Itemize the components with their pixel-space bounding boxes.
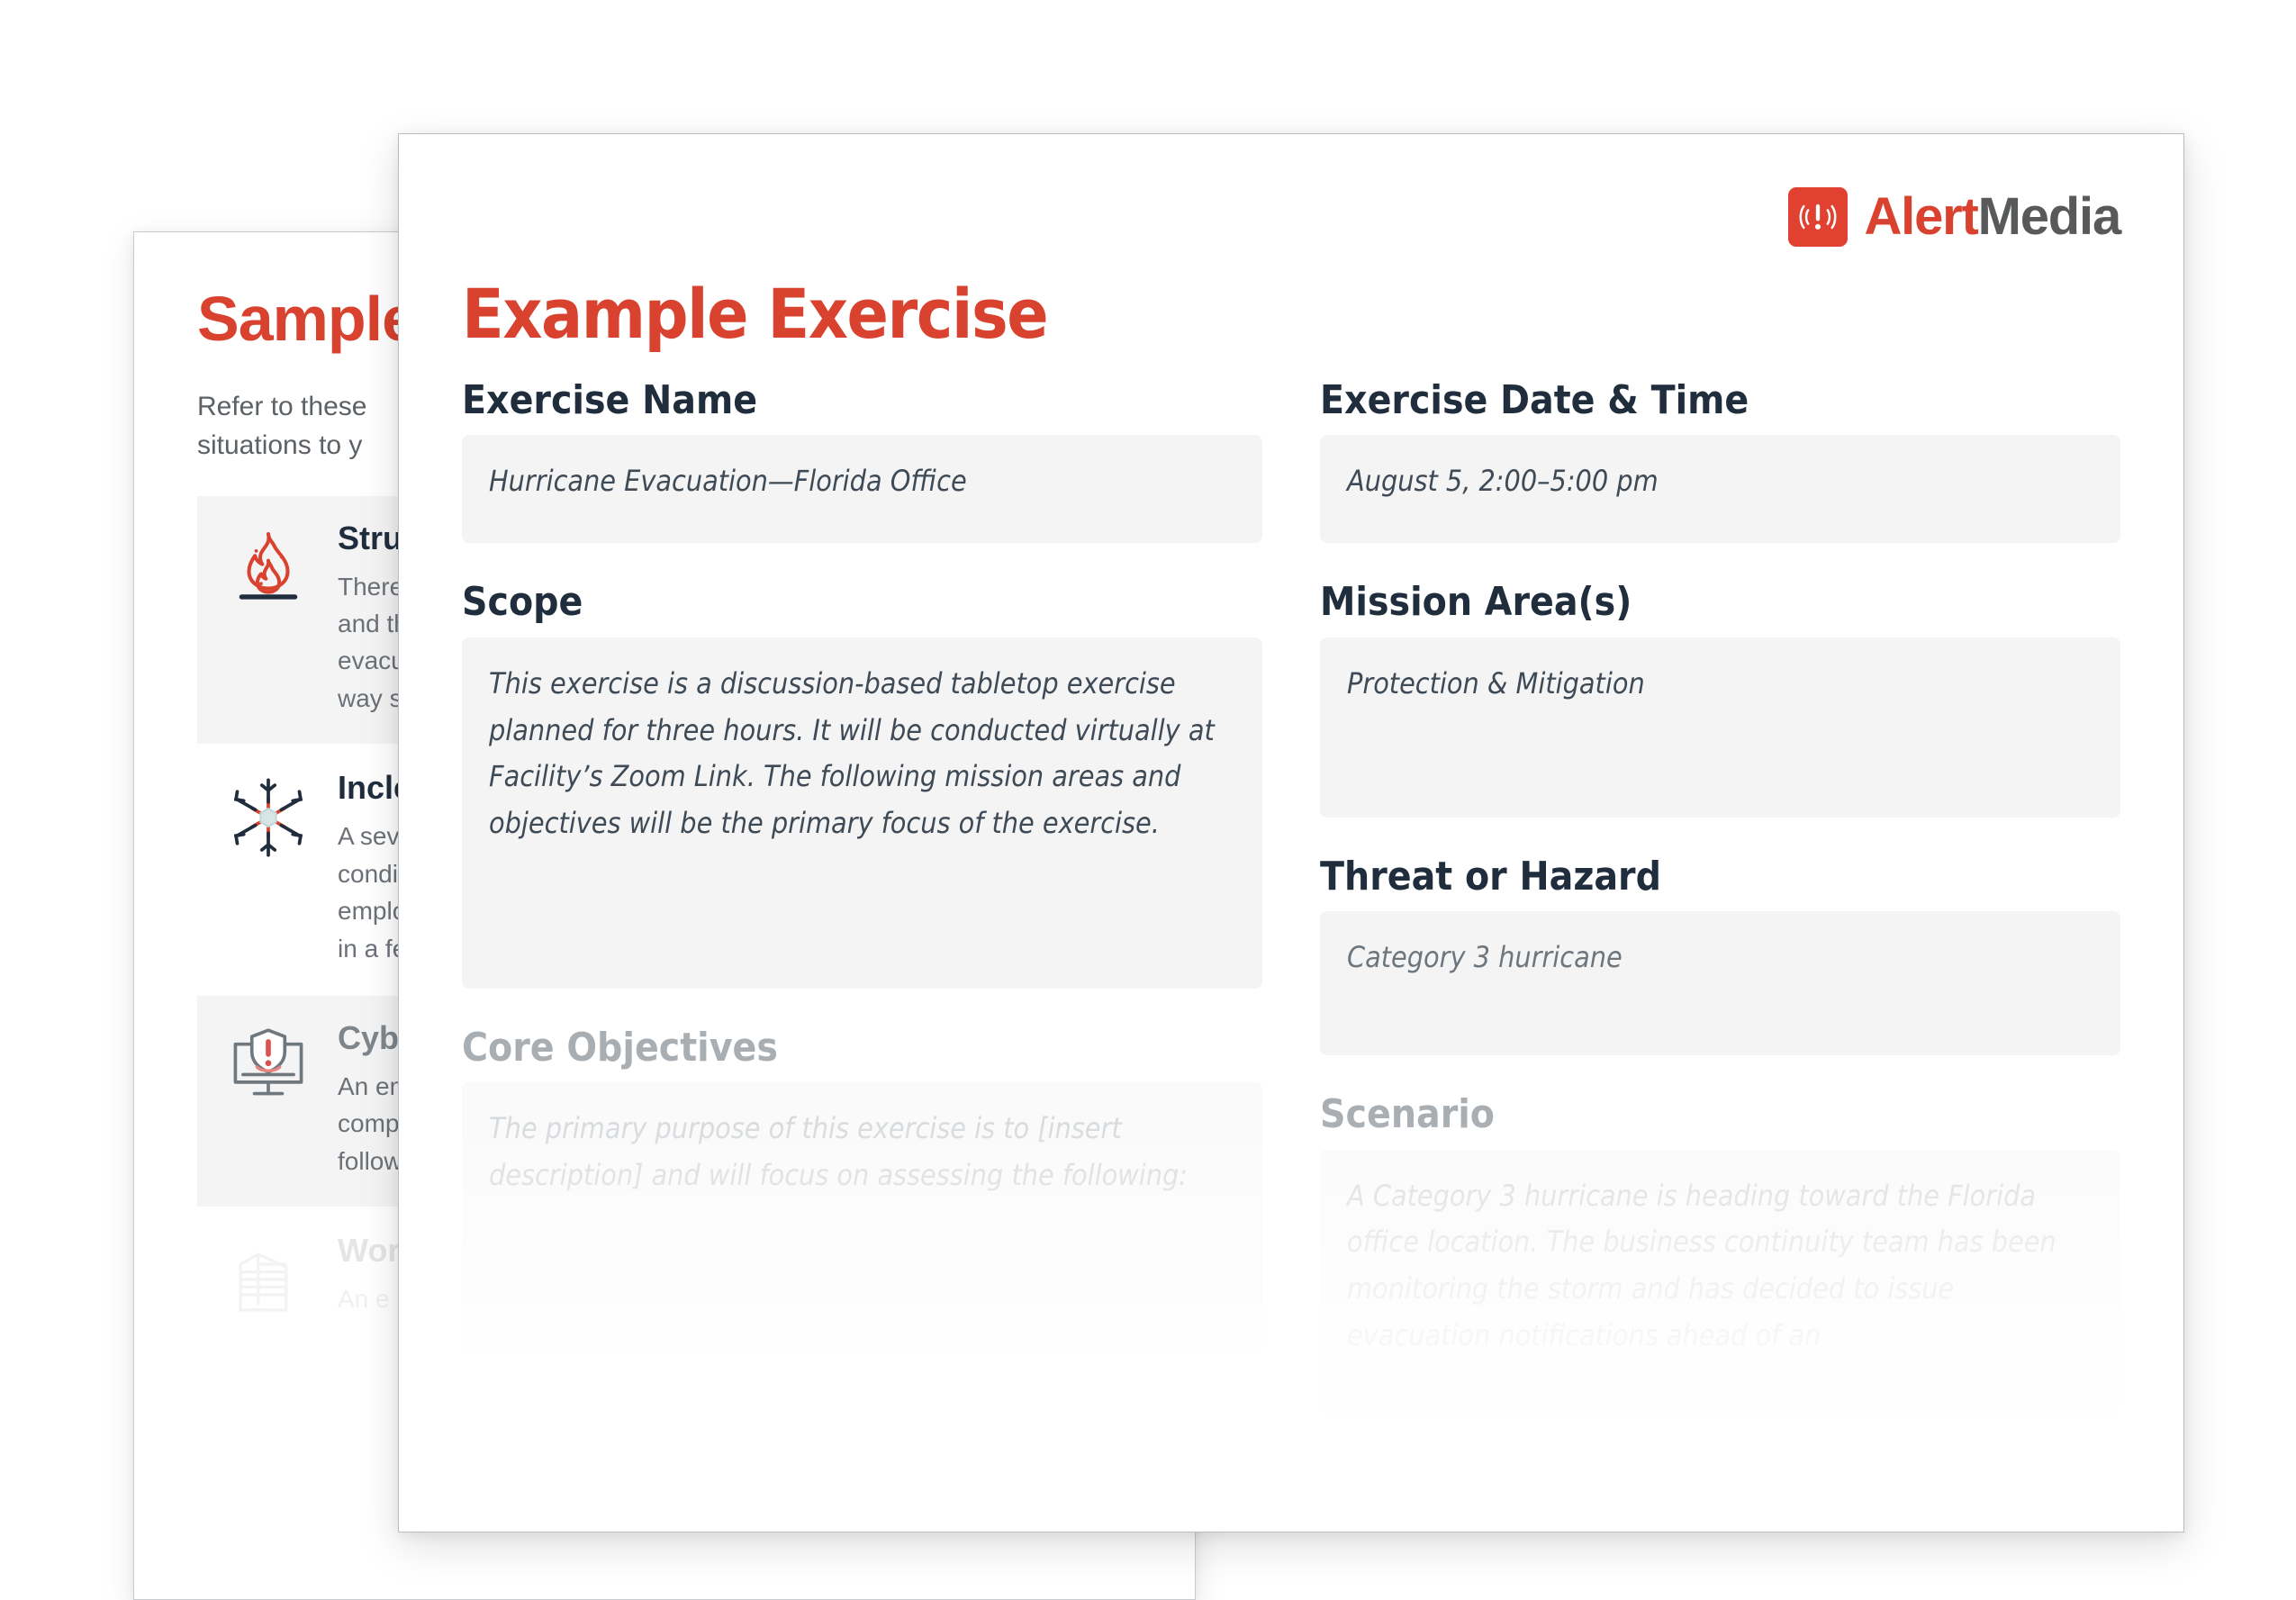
fire-icon — [219, 520, 318, 604]
scenario-body: Stru There and th evacu way s — [318, 520, 408, 718]
alert-speaker-icon — [1788, 187, 1849, 247]
field-value-scope: This exercise is a discussion-based tabl… — [489, 665, 1215, 841]
logo-word-media: Media — [1977, 187, 2122, 246]
scenario-text-line: An e — [338, 1285, 390, 1314]
scenario-body: Cyb An em comp follow — [318, 1019, 411, 1180]
field-scope[interactable]: This exercise is a discussion-based tabl… — [462, 637, 1262, 989]
field-value-exercise-date-time: August 5, 2:00–5:00 pm — [1347, 464, 1659, 499]
field-value-threat-or-hazard: Category 3 hurricane — [1347, 940, 1623, 975]
field-mission-areas[interactable]: Protection & Mitigation — [1320, 637, 2120, 818]
field-label-scope: Scope — [462, 579, 583, 626]
logo-word-alert: Alert — [1864, 187, 1978, 246]
field-label-exercise-name: Exercise Name — [462, 377, 758, 423]
field-core-objectives[interactable]: The primary purpose of this exercise is … — [462, 1082, 1262, 1353]
field-label-mission-areas: Mission Area(s) — [1320, 579, 1632, 626]
snowflake-icon — [219, 769, 318, 859]
scenario-body: Wor An e — [318, 1232, 400, 1317]
field-label-threat-or-hazard: Threat or Hazard — [1320, 853, 1661, 899]
field-exercise-date-time[interactable]: August 5, 2:00–5:00 pm — [1320, 435, 2120, 544]
field-label-core-objectives: Core Objectives — [462, 1024, 778, 1071]
field-value-exercise-name: Hurricane Evacuation—Florida Office — [489, 464, 967, 499]
field-label-exercise-date-time: Exercise Date & Time — [1320, 377, 1749, 423]
logo-bar: AlertMedia — [462, 174, 2121, 260]
scenario-heading: Wor — [338, 1232, 401, 1270]
logo-wordmark: AlertMedia — [1864, 191, 2121, 243]
cyber-monitor-icon — [219, 1019, 318, 1107]
office-building-icon — [219, 1232, 318, 1320]
fields-grid: Exercise Name Hurricane Evacuation—Flori… — [462, 377, 2120, 1458]
example-exercise-content: AlertMedia Example Exercise Exercise Nam… — [399, 134, 2183, 1532]
field-value-core-objectives: The primary purpose of this exercise is … — [489, 1111, 1188, 1192]
example-exercise-page: AlertMedia Example Exercise Exercise Nam… — [398, 133, 2184, 1532]
field-scenario[interactable]: A Category 3 hurricane is heading toward… — [1320, 1149, 2120, 1420]
field-threat-or-hazard[interactable]: Category 3 hurricane — [1320, 911, 2120, 1056]
left-column: Exercise Name Hurricane Evacuation—Flori… — [462, 377, 1262, 1458]
alertmedia-logo: AlertMedia — [1788, 187, 2121, 247]
field-exercise-name[interactable]: Hurricane Evacuation—Florida Office — [462, 435, 1262, 544]
document-title: Example Exercise — [462, 274, 1049, 354]
right-column: Exercise Date & Time August 5, 2:00–5:00… — [1320, 377, 2120, 1458]
field-label-scenario: Scenario — [1320, 1091, 1496, 1138]
field-value-mission-areas: Protection & Mitigation — [1347, 665, 1645, 701]
field-value-scenario: A Category 3 hurricane is heading toward… — [1347, 1178, 2056, 1353]
scenario-text: An e — [338, 1280, 400, 1317]
